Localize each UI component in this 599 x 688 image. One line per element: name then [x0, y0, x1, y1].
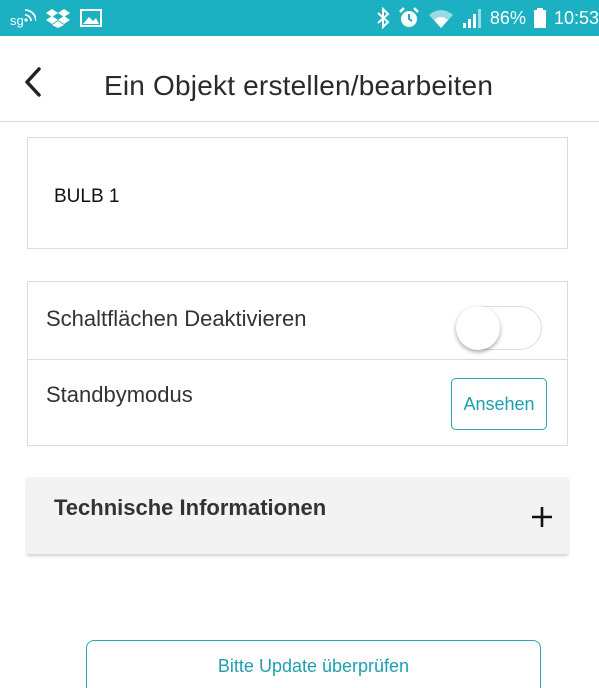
setting-row-disable-buttons: Schaltflächen Deaktivieren: [28, 282, 567, 360]
technical-info-panel[interactable]: Technische Informationen: [27, 477, 568, 554]
plus-icon[interactable]: [530, 505, 554, 529]
standby-view-button[interactable]: Ansehen: [451, 378, 547, 430]
app-bar: Ein Objekt erstellen/bearbeiten: [0, 36, 599, 122]
standby-label: Standbymodus: [46, 382, 193, 407]
technical-info-label: Technische Informationen: [54, 495, 327, 520]
setting-row-standby: Standbymodus Ansehen: [28, 360, 567, 446]
status-bar-right: 86% 10:53: [376, 7, 599, 29]
disable-buttons-toggle[interactable]: [456, 306, 542, 350]
image-icon: [80, 8, 102, 28]
battery-icon: [533, 7, 546, 29]
toggle-knob: [456, 306, 500, 350]
status-bar: sg 86% 10:53: [0, 0, 599, 36]
device-name: BULB 1: [54, 186, 120, 207]
check-update-button[interactable]: Bitte Update überprüfen: [86, 640, 541, 688]
battery-percentage: 86%: [489, 7, 526, 28]
svg-text:sg: sg: [10, 13, 24, 28]
bluetooth-icon: [376, 7, 390, 29]
wifi-icon: [428, 7, 454, 29]
settings-card: Schaltflächen Deaktivieren Standbymodus …: [27, 281, 568, 446]
page-title: Ein Objekt erstellen/bearbeiten: [104, 70, 494, 101]
disable-buttons-label: Schaltflächen Deaktivieren: [46, 306, 307, 331]
status-bar-left: sg: [10, 7, 102, 29]
device-name-card[interactable]: BULB 1: [27, 137, 568, 249]
chevron-left-icon: [23, 66, 43, 102]
signal-sg-icon: sg: [10, 7, 36, 29]
status-time: 10:53: [553, 7, 599, 28]
back-button[interactable]: [18, 66, 48, 102]
cell-signal-icon: [462, 7, 482, 29]
dropbox-icon: [46, 8, 70, 28]
alarm-icon: [398, 7, 420, 29]
